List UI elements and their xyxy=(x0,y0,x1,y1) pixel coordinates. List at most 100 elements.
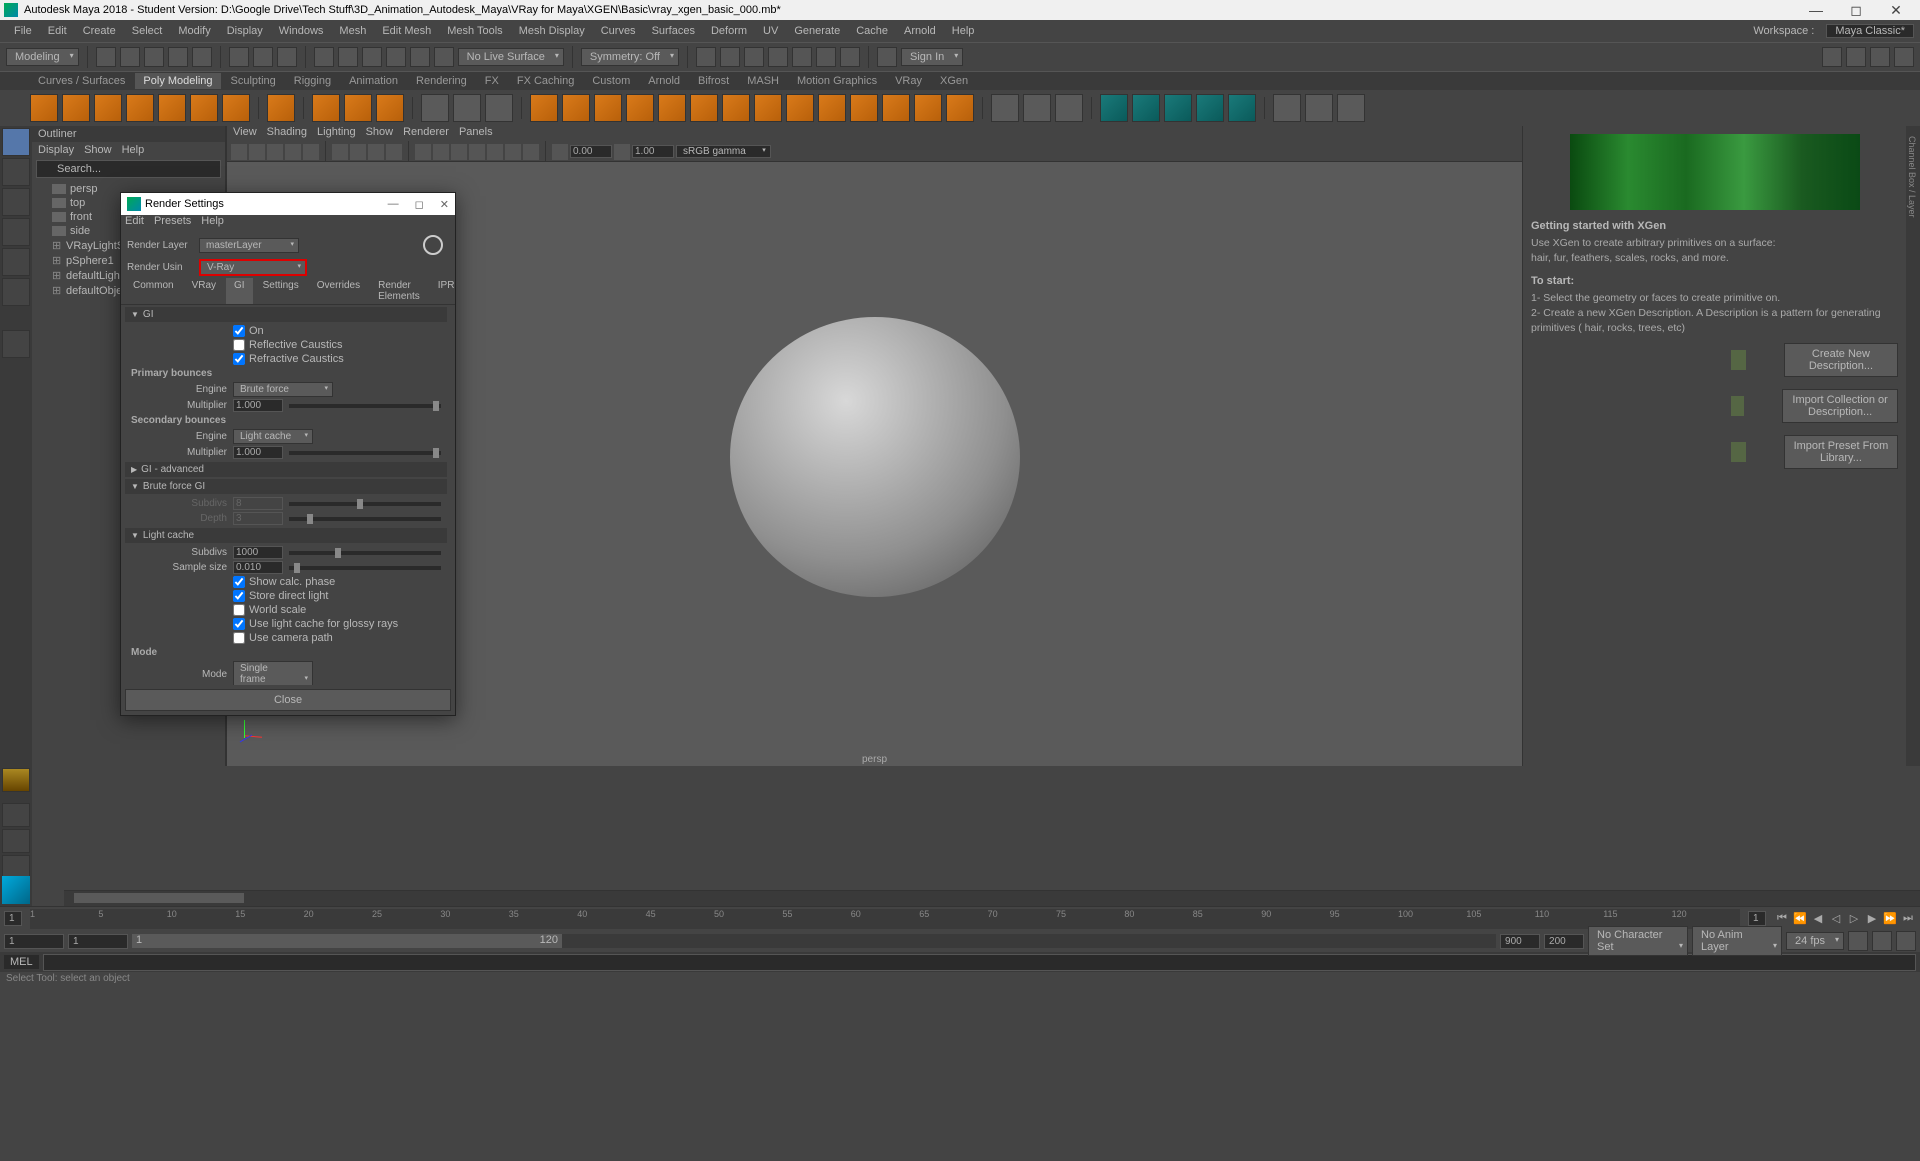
play-back-button[interactable]: ◁ xyxy=(1828,911,1844,927)
subdiv-icon[interactable] xyxy=(658,94,686,122)
shelf-tab-rendering[interactable]: Rendering xyxy=(408,73,475,89)
vp-menu-show[interactable]: Show xyxy=(366,126,394,142)
scrollbar-thumb[interactable] xyxy=(74,893,244,903)
tab-render-elements[interactable]: Render Elements xyxy=(370,278,428,304)
horizontal-scrollbar[interactable] xyxy=(64,890,1920,906)
menu-set-dropdown[interactable]: Modeling xyxy=(6,48,79,66)
render-sequence-icon[interactable] xyxy=(744,47,764,67)
step-back-button[interactable]: ◀ xyxy=(1810,911,1826,927)
playback-start-input[interactable] xyxy=(68,934,128,949)
lc-subdivs-slider[interactable] xyxy=(289,551,441,555)
cmd-input[interactable] xyxy=(43,954,1916,971)
scale-tool[interactable] xyxy=(2,278,30,306)
store-direct-checkbox[interactable] xyxy=(233,590,245,602)
undo-icon[interactable] xyxy=(168,47,188,67)
vp-film-gate-icon[interactable] xyxy=(350,144,366,160)
secondary-multiplier-slider[interactable] xyxy=(289,451,441,455)
step-forward-key-button[interactable]: ⏩ xyxy=(1882,911,1898,927)
lc-sample-input[interactable] xyxy=(233,561,283,574)
shelf-icon-c[interactable] xyxy=(485,94,513,122)
menu-file[interactable]: File xyxy=(6,25,40,37)
step-forward-button[interactable]: ▶ xyxy=(1864,911,1880,927)
new-scene-icon[interactable] xyxy=(96,47,116,67)
collapse-icon[interactable] xyxy=(818,94,846,122)
vp-menu-lighting[interactable]: Lighting xyxy=(317,126,356,142)
snap-curve-icon[interactable] xyxy=(338,47,358,67)
primary-multiplier-slider[interactable] xyxy=(289,404,441,408)
go-to-start-button[interactable]: ⏮ xyxy=(1774,911,1790,927)
vp-menu-shading[interactable]: Shading xyxy=(267,126,307,142)
separate-icon[interactable] xyxy=(562,94,590,122)
refractive-caustics-checkbox[interactable] xyxy=(233,353,245,365)
layout-icon-3[interactable] xyxy=(1870,47,1890,67)
menu-deform[interactable]: Deform xyxy=(703,25,755,37)
shelf-tab-arnold[interactable]: Arnold xyxy=(640,73,688,89)
menu-meshtools[interactable]: Mesh Tools xyxy=(439,25,510,37)
lc-sample-slider[interactable] xyxy=(289,566,441,570)
menu-meshdisplay[interactable]: Mesh Display xyxy=(511,25,593,37)
lasso-icon[interactable] xyxy=(253,47,273,67)
layout-icon-1[interactable] xyxy=(1822,47,1842,67)
character-set-dropdown[interactable]: No Character Set xyxy=(1588,926,1688,956)
shelf-tab-motiongraphics[interactable]: Motion Graphics xyxy=(789,73,885,89)
tab-ipr[interactable]: IPR xyxy=(430,278,463,304)
outliner-menu-display[interactable]: Display xyxy=(38,144,74,156)
render-icon[interactable] xyxy=(696,47,716,67)
dialog-menu-edit[interactable]: Edit xyxy=(125,215,144,233)
menu-arnold[interactable]: Arnold xyxy=(896,25,944,37)
render-layer-dropdown[interactable]: masterLayer xyxy=(199,238,299,253)
lc-subdivs-input[interactable] xyxy=(233,546,283,559)
platonic-icon[interactable] xyxy=(267,94,295,122)
primary-engine-dropdown[interactable]: Brute force xyxy=(233,382,333,397)
current-frame-input[interactable] xyxy=(4,911,22,926)
layout-icon-4[interactable] xyxy=(1894,47,1914,67)
anim-layer-dropdown[interactable]: No Anim Layer xyxy=(1692,926,1782,956)
reflective-caustics-checkbox[interactable] xyxy=(233,339,245,351)
snap-point-icon[interactable] xyxy=(362,47,382,67)
shelf-tab-vray[interactable]: VRay xyxy=(887,73,930,89)
range-slider[interactable]: 1120 xyxy=(132,934,1496,948)
poly-cube-icon[interactable] xyxy=(62,94,90,122)
primary-multiplier-input[interactable] xyxy=(233,399,283,412)
open-scene-icon[interactable] xyxy=(120,47,140,67)
detach-icon[interactable] xyxy=(914,94,942,122)
vp-resolution-gate-icon[interactable] xyxy=(368,144,384,160)
vp-view-transform[interactable]: sRGB gamma xyxy=(676,145,771,158)
vp-bookmark-icon[interactable] xyxy=(249,144,265,160)
set-key-icon[interactable] xyxy=(1872,931,1892,951)
menu-curves[interactable]: Curves xyxy=(593,25,644,37)
prefs-icon[interactable] xyxy=(1896,931,1916,951)
render-settings-shortcut-icon[interactable] xyxy=(768,47,788,67)
dialog-menu-presets[interactable]: Presets xyxy=(154,215,191,233)
menu-mesh[interactable]: Mesh xyxy=(331,25,374,37)
dialog-minimize-button[interactable]: — xyxy=(388,198,399,211)
shelf-icon-a[interactable] xyxy=(421,94,449,122)
select-mode-icon[interactable] xyxy=(229,47,249,67)
svg-icon[interactable] xyxy=(376,94,404,122)
vp-exposure-icon[interactable] xyxy=(552,144,568,160)
vp-image-plane-icon[interactable] xyxy=(267,144,283,160)
minimize-button[interactable]: — xyxy=(1796,2,1836,19)
auto-key-icon[interactable] xyxy=(1848,931,1868,951)
fill-icon[interactable] xyxy=(786,94,814,122)
insert-loop-icon[interactable] xyxy=(1023,94,1051,122)
vp-menu-view[interactable]: View xyxy=(233,126,257,142)
dialog-menu-help[interactable]: Help xyxy=(201,215,224,233)
outliner-search[interactable]: Search... xyxy=(36,160,221,178)
move-tool[interactable] xyxy=(2,218,30,246)
range-handle[interactable]: 1120 xyxy=(132,934,562,948)
gi-advanced-header[interactable]: ▶GI - advanced xyxy=(125,462,447,477)
step-back-key-button[interactable]: ⏪ xyxy=(1792,911,1808,927)
redo-icon[interactable] xyxy=(192,47,212,67)
vp-smooth-shade-icon[interactable] xyxy=(433,144,449,160)
uv-spherical-icon[interactable] xyxy=(1196,94,1224,122)
ipr-icon[interactable] xyxy=(720,47,740,67)
import-collection-button[interactable]: Import Collection or Description... xyxy=(1782,389,1898,423)
shelf-tab-xgen[interactable]: XGen xyxy=(932,73,976,89)
cmd-language[interactable]: MEL xyxy=(4,955,39,969)
shelf-tab-bifrost[interactable]: Bifrost xyxy=(690,73,737,89)
save-scene-icon[interactable] xyxy=(144,47,164,67)
play-forward-button[interactable]: ▷ xyxy=(1846,911,1862,927)
poly-torus-icon[interactable] xyxy=(158,94,186,122)
shelf-tab-fxcaching[interactable]: FX Caching xyxy=(509,73,582,89)
